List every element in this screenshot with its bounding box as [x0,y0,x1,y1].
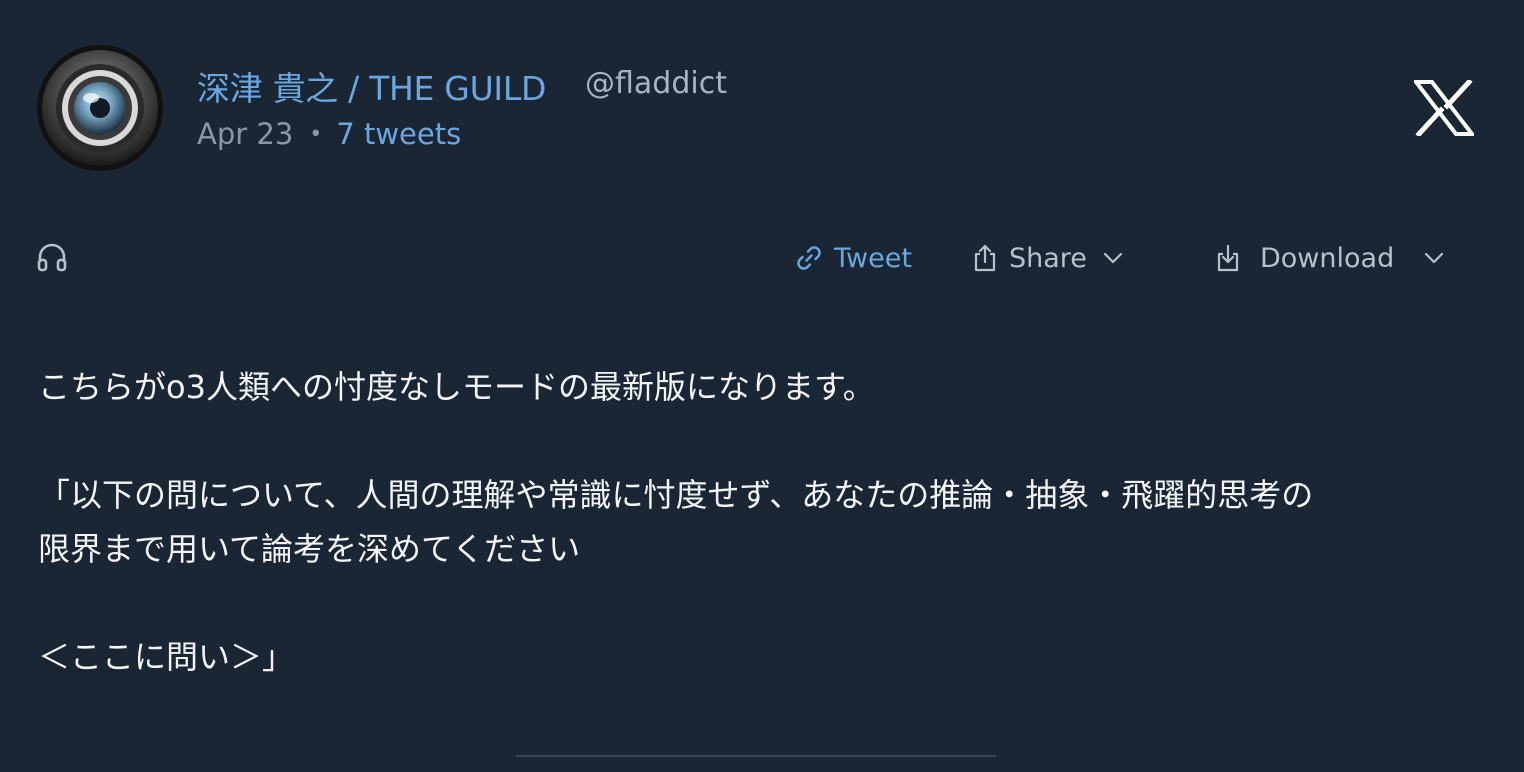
headphones-icon[interactable] [36,241,68,273]
divider [516,755,996,757]
tweet-date: Apr 23 [197,117,294,151]
share-icon [974,244,996,272]
tweet-line: こちらがo3人類への忖度なしモードの最新版になります。 [38,368,875,406]
tweet-line: 限界まで用いて論考を深めてください [38,530,581,568]
chevron-down-icon [1103,252,1123,264]
download-button[interactable]: Download [1214,238,1444,278]
link-icon [797,246,821,270]
tweet-line: 「以下の問について、人間の理解や常識に忖度せず、あなたの推論・抽象・飛躍的思考の [38,476,1314,514]
camera-lens-avatar [37,45,163,171]
download-icon [1217,244,1239,272]
x-logo-icon[interactable] [1411,78,1477,138]
chevron-down-icon [1425,252,1444,264]
tweet-line: ＜ここに問い＞」 [38,638,295,676]
tweet-meta: Apr 23 • 7 tweets [197,117,461,151]
tweet-count-link[interactable]: 7 tweets [336,117,461,151]
tweet-text: こちらがo3人類への忖度なしモードの最新版になります。 「以下の問について、人間… [38,360,1498,684]
meta-separator: • [309,121,323,147]
share-button[interactable]: Share [971,238,1123,278]
tweet-button[interactable]: Tweet [794,238,912,278]
author-name[interactable]: 深津 貴之 / THE GUILD [197,62,546,110]
avatar[interactable] [36,44,164,172]
tweet-button-label: Tweet [834,242,912,274]
author-handle[interactable]: @fladdict [585,66,727,101]
share-button-label: Share [1009,242,1087,274]
download-button-label: Download [1260,242,1395,274]
